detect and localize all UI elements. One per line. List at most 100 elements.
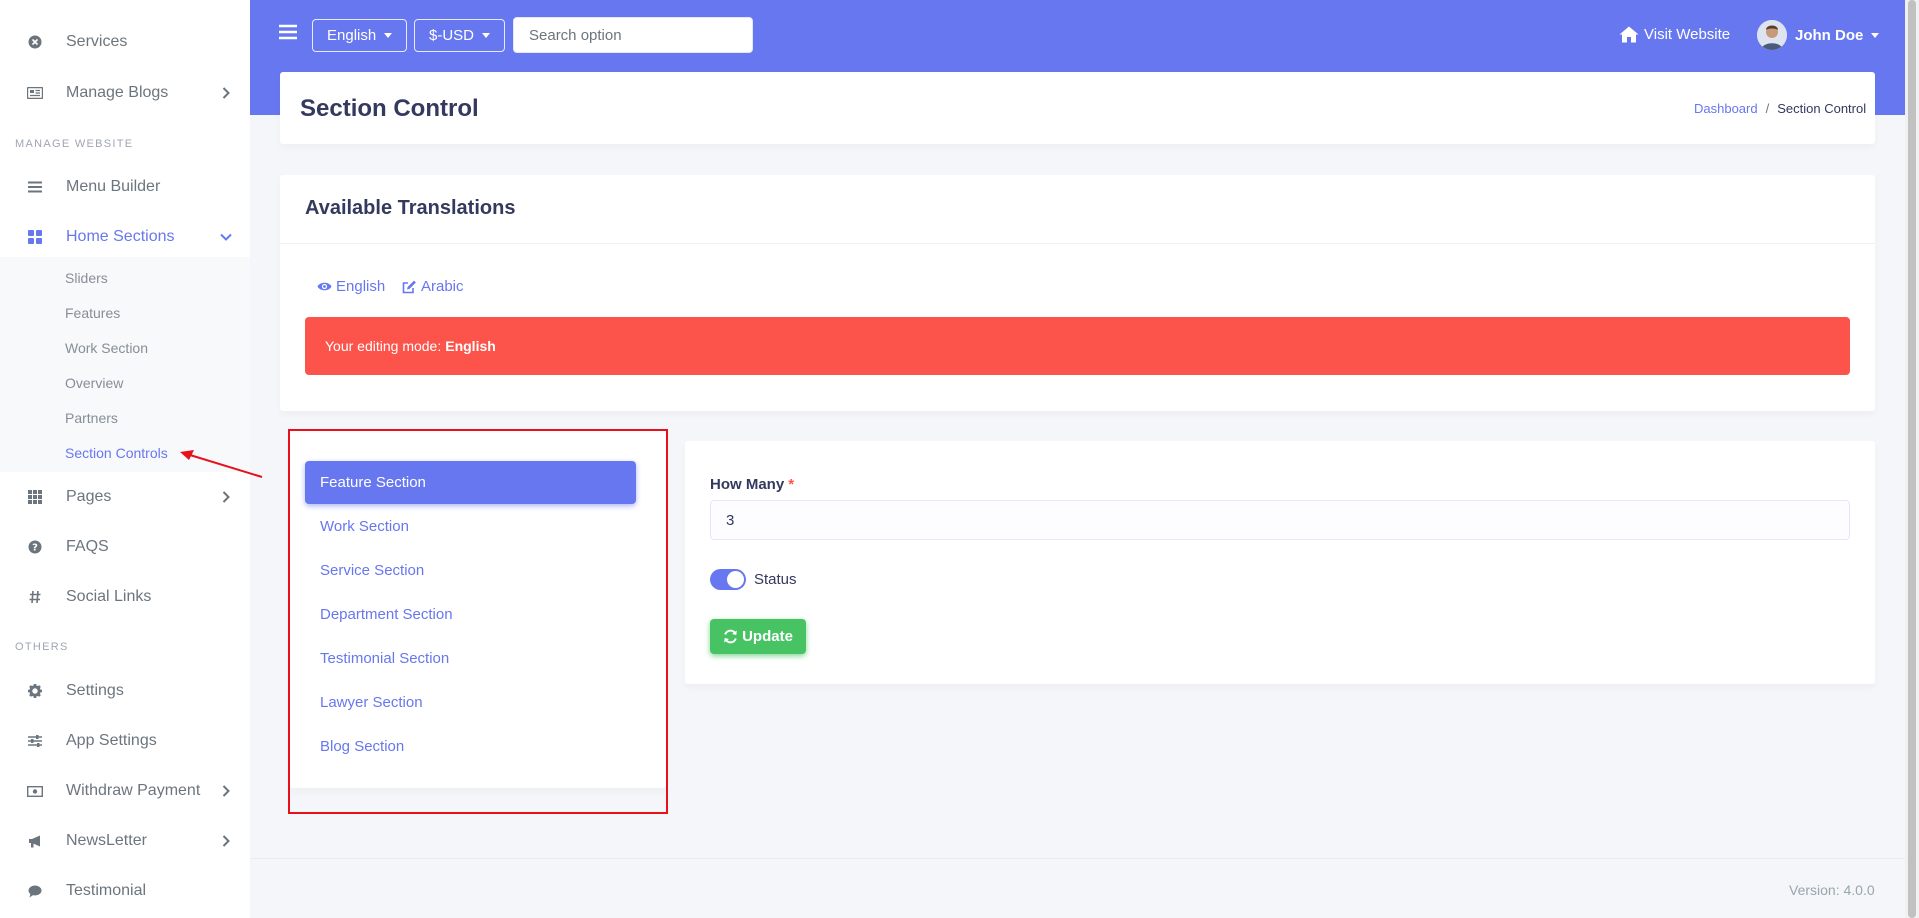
visit-website-link[interactable]: Visit Website bbox=[1619, 22, 1730, 46]
submenu-item-sliders[interactable]: Sliders bbox=[65, 270, 108, 286]
section-form-card bbox=[685, 441, 1875, 684]
sidebar-item-label: Menu Builder bbox=[66, 178, 161, 195]
status-label: Status bbox=[754, 571, 797, 588]
sidebar-item-testimonial[interactable]: Testimonial bbox=[0, 869, 250, 913]
eye-icon bbox=[317, 282, 332, 291]
translations-card bbox=[280, 175, 1875, 411]
sidebar-item-label: Testimonial bbox=[66, 882, 147, 899]
visit-website-label: Visit Website bbox=[1644, 25, 1731, 43]
sidebar-item-pages[interactable]: Pages bbox=[0, 475, 250, 519]
submenu-item-overview[interactable]: Overview bbox=[65, 375, 123, 391]
sidebar-item-services[interactable]: Services bbox=[0, 20, 250, 64]
divider bbox=[280, 243, 1875, 244]
bullhorn-icon bbox=[27, 833, 43, 849]
bars-icon bbox=[27, 179, 43, 195]
sidebar-item-manage-blogs[interactable]: Manage Blogs bbox=[0, 71, 250, 115]
sliders-icon bbox=[27, 733, 43, 749]
th-large-icon bbox=[27, 229, 43, 245]
submenu-item-work-section[interactable]: Work Section bbox=[65, 340, 148, 356]
tab-lawyer-section[interactable]: Lawyer Section bbox=[305, 681, 636, 724]
sidebar-item-label: Pages bbox=[66, 488, 112, 505]
sidebar-item-settings[interactable]: Settings bbox=[0, 669, 250, 713]
update-button[interactable]: Update bbox=[710, 619, 806, 654]
alert-language: English bbox=[445, 338, 496, 354]
breadcrumb-dashboard-link[interactable]: Dashboard bbox=[1694, 101, 1758, 116]
sidebar-item-home-sections[interactable]: Home Sections bbox=[0, 215, 250, 259]
sidebar-item-label: FAQS bbox=[66, 538, 109, 555]
times-circle-icon bbox=[27, 34, 43, 50]
section-header-card bbox=[280, 72, 1875, 144]
breadcrumb-current: Section Control bbox=[1777, 101, 1867, 116]
user-dropdown[interactable]: John Doe bbox=[1757, 19, 1880, 51]
translation-english-link[interactable]: English bbox=[317, 278, 385, 295]
currency-dropdown[interactable]: $-USD bbox=[414, 19, 506, 52]
hamburger-menu-icon[interactable] bbox=[279, 24, 299, 46]
sidebar-item-faqs[interactable]: ? FAQS bbox=[0, 525, 250, 569]
sidebar-item-newsletter[interactable]: NewsLetter bbox=[0, 819, 250, 863]
sidebar-item-label: Services bbox=[66, 33, 128, 50]
editing-mode-alert: Your editing mode: English bbox=[305, 317, 1850, 375]
translation-arabic-link[interactable]: Arabic bbox=[402, 278, 464, 295]
refresh-icon bbox=[724, 629, 737, 644]
how-many-label-text: How Many bbox=[710, 476, 785, 493]
sidebar-item-menu-builder[interactable]: Menu Builder bbox=[0, 165, 250, 209]
alert-prefix: Your editing mode: bbox=[325, 338, 442, 354]
newspaper-icon bbox=[27, 85, 43, 101]
comment-icon bbox=[27, 883, 43, 899]
sidebar-item-withdraw-payment[interactable]: Withdraw Payment bbox=[0, 769, 250, 813]
edit-icon bbox=[402, 280, 416, 293]
avatar bbox=[1757, 20, 1787, 50]
chevron-right-icon bbox=[219, 490, 233, 504]
sidebar-item-label: Withdraw Payment bbox=[66, 782, 201, 799]
chevron-right-icon bbox=[219, 784, 233, 798]
tab-department-section[interactable]: Department Section bbox=[305, 593, 636, 636]
question-circle-icon: ? bbox=[27, 539, 43, 555]
how-many-input[interactable] bbox=[710, 500, 1850, 540]
th-icon bbox=[27, 489, 43, 505]
chevron-right-icon bbox=[219, 86, 233, 100]
tab-service-section[interactable]: Service Section bbox=[305, 549, 636, 592]
tab-blog-section[interactable]: Blog Section bbox=[305, 725, 636, 768]
search-input[interactable] bbox=[513, 17, 753, 53]
footer-divider bbox=[250, 858, 1905, 859]
page-title: Section Control bbox=[300, 95, 479, 122]
sidebar-item-label: Social Links bbox=[66, 588, 152, 605]
tab-feature-section[interactable]: Feature Section bbox=[305, 461, 636, 504]
translation-label: English bbox=[336, 278, 386, 295]
toggle-knob bbox=[727, 571, 744, 588]
scrollbar[interactable] bbox=[1905, 0, 1919, 918]
language-dropdown-label: English bbox=[327, 27, 377, 44]
home-icon bbox=[1619, 26, 1639, 42]
sidebar-item-label: Home Sections bbox=[66, 228, 175, 245]
sidebar-item-label: NewsLetter bbox=[66, 832, 147, 849]
user-name: John Doe bbox=[1795, 26, 1864, 44]
caret-down-icon bbox=[384, 33, 393, 38]
status-toggle[interactable] bbox=[710, 569, 746, 590]
caret-down-icon bbox=[1871, 32, 1880, 38]
cog-icon bbox=[27, 683, 43, 699]
svg-text:?: ? bbox=[32, 543, 38, 554]
update-button-label: Update bbox=[742, 628, 793, 645]
sidebar-item-label: App Settings bbox=[66, 732, 157, 749]
language-dropdown[interactable]: English bbox=[312, 19, 408, 52]
submenu-item-section-controls[interactable]: Section Controls bbox=[65, 445, 168, 461]
submenu-item-partners[interactable]: Partners bbox=[65, 410, 118, 426]
currency-dropdown-label: $-USD bbox=[429, 27, 475, 44]
submenu-item-features[interactable]: Features bbox=[65, 305, 120, 321]
sidebar-item-label: Settings bbox=[66, 682, 124, 699]
money-bill-icon bbox=[27, 783, 43, 799]
sidebar-item-app-settings[interactable]: App Settings bbox=[0, 719, 250, 763]
tab-work-section[interactable]: Work Section bbox=[305, 505, 636, 548]
sidebar-item-social-links[interactable]: Social Links bbox=[0, 575, 250, 619]
required-mark: * bbox=[788, 476, 795, 493]
caret-down-icon bbox=[482, 33, 491, 38]
scrollbar-thumb[interactable] bbox=[1908, 0, 1916, 918]
breadcrumb: Dashboard / Section Control bbox=[1694, 101, 1866, 116]
how-many-label: How Many * bbox=[710, 476, 794, 493]
chevron-down-icon bbox=[219, 230, 233, 244]
translation-label: Arabic bbox=[421, 278, 464, 295]
annotation-arrow-icon bbox=[180, 450, 263, 478]
tab-testimonial-section[interactable]: Testimonial Section bbox=[305, 637, 636, 680]
sidebar-item-label: Manage Blogs bbox=[66, 84, 169, 101]
sidebar-heading-others: OTHERS bbox=[15, 641, 69, 653]
